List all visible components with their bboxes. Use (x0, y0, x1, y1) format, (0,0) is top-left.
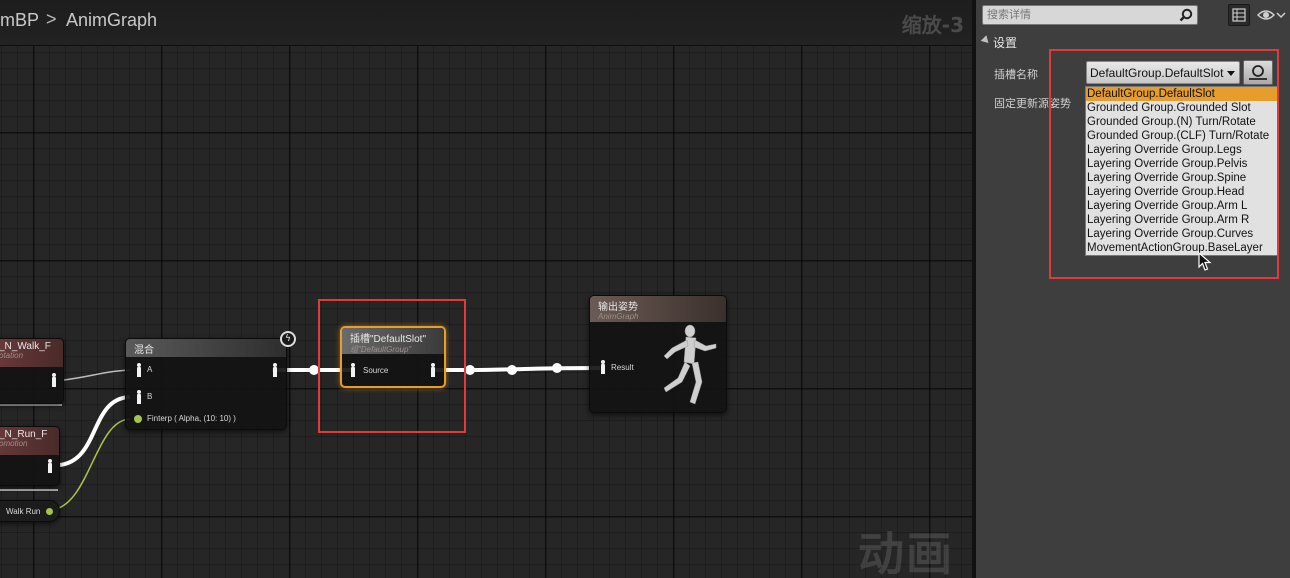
node-subtitle: omotion (0, 439, 28, 448)
slot-option[interactable]: Grounded Group.(CLF) Turn/Rotate (1086, 129, 1278, 143)
lightning-icon: ϟ (280, 331, 296, 347)
eye-icon[interactable] (1256, 4, 1286, 26)
cursor-icon (1198, 252, 1212, 271)
slot-option[interactable]: DefaultGroup.DefaultSlot (1086, 87, 1278, 101)
slot-option[interactable]: Grounded Group.(N) Turn/Rotate (1086, 115, 1278, 129)
watermark: 动画 (858, 527, 954, 578)
pose-pin-icon[interactable] (136, 363, 142, 377)
node-subtitle: AnimGraph (598, 312, 639, 321)
slot-name-value: DefaultGroup.DefaultSlot (1090, 66, 1224, 80)
node-header: 输出姿势 AnimGraph (590, 296, 726, 322)
node-header: _N_Run_F omotion (0, 427, 59, 455)
section-settings-header[interactable]: 设置 (976, 32, 1290, 52)
node-run-sequence[interactable]: _N_Run_F omotion (0, 426, 60, 486)
pose-pin-icon[interactable] (136, 390, 142, 404)
node-walk-sequence[interactable]: _N_Walk_F otation (0, 338, 64, 404)
grid-view-icon[interactable] (1228, 4, 1250, 26)
graph-wires (0, 363, 601, 511)
slot-option[interactable]: Layering Override Group.Pelvis (1086, 157, 1278, 171)
wire-run-to-blend (59, 395, 131, 467)
anim-graph-canvas[interactable]: mBP > AnimGraph 缩放-3 _N_Walk_F otation _… (0, 0, 972, 578)
node-subtitle: 组"DefaultGroup" (350, 345, 412, 354)
slot-name-label: 插槽名称 (994, 69, 1038, 81)
slot-option[interactable]: Grounded Group.Grounded Slot (1086, 101, 1278, 115)
details-search-box[interactable] (982, 5, 1198, 25)
pose-pin-icon[interactable] (272, 363, 278, 377)
node-title: 插槽"DefaultSlot" (350, 334, 427, 345)
wire-reroute-dot (507, 365, 517, 375)
slot-option[interactable]: MovementActionGroup.BaseLayer (1086, 241, 1278, 255)
variable-label: Walk Run (6, 507, 41, 516)
node-slot[interactable]: 插槽"DefaultSlot" 组"DefaultGroup" Source (340, 326, 446, 388)
unreal-editor: mBP > AnimGraph 缩放-3 _N_Walk_F otation _… (0, 0, 1290, 578)
slot-option[interactable]: Layering Override Group.Arm L (1086, 199, 1278, 213)
slot-name-dropdown-list: DefaultGroup.DefaultSlot Grounded Group.G… (1085, 86, 1279, 256)
wire-reroute-dot (465, 365, 475, 375)
slot-option[interactable]: Layering Override Group.Spine (1086, 171, 1278, 185)
chevron-down-icon (1227, 71, 1235, 76)
alpha-pin-icon[interactable] (134, 415, 142, 423)
node-header: 插槽"DefaultSlot" 组"DefaultGroup" (342, 328, 444, 354)
pose-pin-icon[interactable] (430, 363, 436, 377)
wire-walk-to-blend (63, 369, 131, 381)
slot-option[interactable]: Layering Override Group.Curves (1086, 227, 1278, 241)
wire-reroute-dot (309, 365, 319, 375)
slot-option[interactable]: Layering Override Group.Head (1086, 185, 1278, 199)
collapse-arrow-icon[interactable] (980, 35, 992, 46)
node-header: 混合 (126, 339, 286, 357)
pose-pin-icon[interactable] (350, 363, 356, 377)
browse-icon (1249, 65, 1267, 80)
section-title: 设置 (993, 36, 1018, 50)
slot-option[interactable]: Layering Override Group.Arm R (1086, 213, 1278, 227)
pose-pin-icon[interactable] (47, 459, 53, 473)
pin-a-label: A (147, 365, 153, 374)
pose-pin-icon[interactable] (600, 360, 606, 374)
node-title: 输出姿势 (598, 302, 638, 313)
pin-result-label: Result (611, 363, 634, 372)
node-walk-run-variable[interactable]: Walk Run (0, 500, 60, 522)
node-output-pose[interactable]: 输出姿势 AnimGraph Result (589, 295, 727, 413)
float-pin-icon[interactable] (46, 508, 53, 515)
alpha-label: Finterp ( Alpha, (10: 10) ) (147, 414, 236, 423)
node-subtitle: otation (0, 351, 24, 360)
pose-pin-icon[interactable] (51, 373, 57, 387)
slot-option[interactable]: Layering Override Group.Legs (1086, 143, 1278, 157)
search-icon[interactable] (1179, 8, 1193, 22)
details-search-input[interactable] (983, 6, 1173, 24)
node-header: _N_Walk_F otation (0, 339, 63, 367)
node-blend[interactable]: 混合 A B Finterp ( Alpha, (10: 10) ) (125, 338, 287, 430)
slot-name-combo[interactable]: DefaultGroup.DefaultSlot (1086, 61, 1240, 84)
fixed-update-source-pose-label: 固定更新源姿势 (994, 98, 1071, 110)
mannequin-icon (663, 324, 717, 405)
pin-source-label: Source (363, 366, 389, 375)
browse-button[interactable] (1243, 60, 1273, 85)
wire-reroute-dot (552, 363, 562, 373)
pin-b-label: B (147, 392, 153, 401)
details-panel: 设置 插槽名称 固定更新源姿势 DefaultGroup.DefaultSlot… (976, 0, 1290, 578)
